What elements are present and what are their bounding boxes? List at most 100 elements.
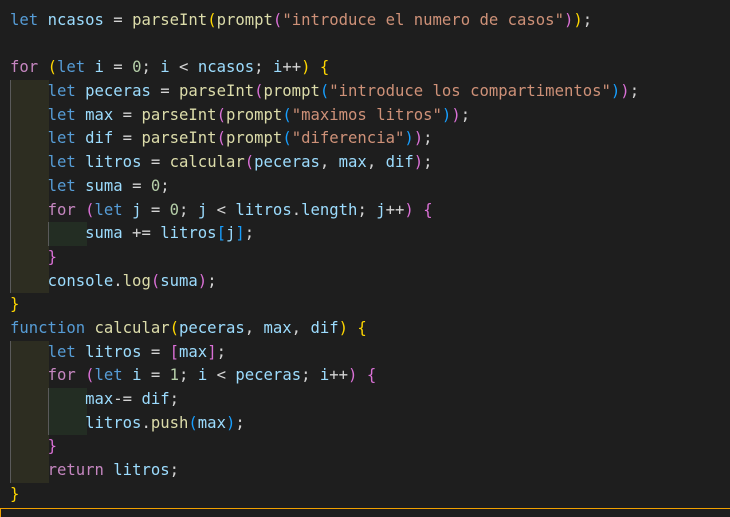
code-token: < (207, 200, 236, 219)
code-line-text: } (10, 485, 19, 503)
code-token: ( (188, 413, 198, 432)
code-token: ) (413, 153, 424, 172)
code-token: j (225, 224, 236, 243)
code-line[interactable]: } (10, 435, 730, 460)
code-token: = (141, 366, 170, 385)
code-token: ( (216, 105, 226, 124)
code-line[interactable]: } (10, 483, 730, 507)
code-line[interactable]: let ncasos = parseInt(prompt("introduce … (10, 9, 730, 33)
code-token: max (263, 318, 292, 337)
code-token: { (357, 318, 367, 337)
code-line[interactable]: let dif = parseInt(prompt("diferencia"))… (10, 127, 730, 152)
code-line-text: let ncasos = parseInt(prompt("introduce … (10, 11, 592, 29)
code-token: return (47, 461, 104, 480)
code-token: ; (207, 271, 217, 290)
code-token: ( (282, 129, 292, 148)
code-token: ; (235, 413, 245, 432)
code-token: push (150, 413, 189, 432)
code-token: "introduce los compartimentos" (329, 82, 611, 101)
code-token: let (56, 58, 86, 77)
code-line[interactable]: let litros = calcular(peceras, max, dif)… (10, 151, 730, 175)
code-line[interactable]: let suma = 0; (10, 174, 730, 199)
code-token: ; (423, 153, 433, 172)
code-token: dif (310, 318, 339, 337)
code-token: ] (235, 224, 245, 243)
code-line[interactable]: suma += litros[j]; (10, 222, 730, 246)
code-line[interactable]: return litros; (10, 459, 730, 483)
code-token: peceras (85, 82, 151, 101)
code-line-text: suma += litros[j]; (10, 224, 254, 242)
code-line-text: return litros; (10, 461, 179, 479)
code-line-text: let litros = calcular(peceras, max, dif)… (10, 153, 433, 171)
code-line[interactable]: let litros = [max]; (10, 340, 730, 365)
code-token: litros (85, 153, 142, 172)
code-token: = (103, 11, 133, 29)
code-token: , (366, 153, 386, 172)
code-token: max (179, 342, 208, 361)
code-editor[interactable]: let ncasos = parseInt(prompt("introduce … (0, 0, 730, 517)
code-token: += (122, 224, 161, 243)
code-token: max (85, 390, 114, 408)
code-line-text: } (10, 437, 57, 455)
code-line[interactable]: for (let i = 1; i < peceras; i++) { (10, 364, 730, 388)
code-line-text: let max = parseInt(prompt("maximos litro… (10, 105, 471, 124)
code-token: "diferencia" (291, 129, 405, 148)
code-line[interactable]: console.log(suma); (10, 269, 730, 294)
code-token: ; (244, 224, 255, 243)
code-token: = (141, 153, 170, 172)
code-line[interactable]: litros.push(max); (10, 411, 730, 436)
code-token: , (244, 318, 264, 337)
code-token: max (338, 153, 367, 172)
code-line[interactable]: let max = parseInt(prompt("maximos litro… (10, 103, 730, 128)
code-token: ; (254, 58, 273, 77)
code-token: ncasos (47, 11, 104, 29)
code-token: let (94, 366, 123, 385)
code-token: dif (141, 390, 170, 408)
code-token: for (10, 58, 39, 77)
code-token: parseInt (132, 11, 208, 29)
code-token: ; (160, 176, 170, 195)
code-token: ) (441, 105, 452, 124)
code-token: 1 (169, 366, 180, 385)
code-line[interactable]: let peceras = parseInt(prompt("introduce… (10, 80, 730, 104)
code-token: < (169, 58, 198, 77)
code-token: ( (47, 58, 57, 77)
code-token: ) (197, 271, 208, 290)
code-token: parseInt (141, 129, 217, 148)
code-token: for (47, 366, 76, 385)
code-token: ) (573, 11, 583, 29)
code-token: { (319, 58, 330, 77)
code-token: = (141, 342, 170, 361)
code-token: ) (413, 129, 424, 148)
code-token: ; (169, 390, 180, 408)
code-lines[interactable]: let ncasos = parseInt(prompt("introduce … (10, 9, 730, 506)
code-line[interactable]: } (10, 245, 730, 270)
code-token: ; (423, 129, 433, 148)
code-token: litros (235, 200, 292, 219)
code-token: ; (141, 58, 161, 77)
code-token: = (141, 200, 170, 219)
code-line[interactable]: function calcular(peceras, max, dif) { (10, 317, 730, 341)
code-line[interactable]: max-= dif; (10, 388, 730, 412)
code-token: console (47, 271, 114, 290)
code-token: < (207, 366, 236, 385)
code-token: suma (85, 224, 123, 243)
code-line[interactable]: } (10, 293, 730, 317)
code-token: ( (244, 153, 255, 172)
code-token: ) (620, 82, 630, 101)
code-line[interactable]: for (let i = 0; i < ncasos; i++) { (10, 56, 730, 80)
code-token: [ (169, 342, 180, 361)
code-token: calcular (169, 153, 245, 172)
code-token: ++ (282, 58, 302, 77)
code-token: ; (169, 461, 180, 480)
code-line[interactable] (10, 33, 730, 57)
code-token: = (113, 105, 142, 124)
code-line[interactable]: for (let j = 0; j < litros.length; j++) … (10, 198, 730, 223)
code-token: { (366, 366, 377, 385)
